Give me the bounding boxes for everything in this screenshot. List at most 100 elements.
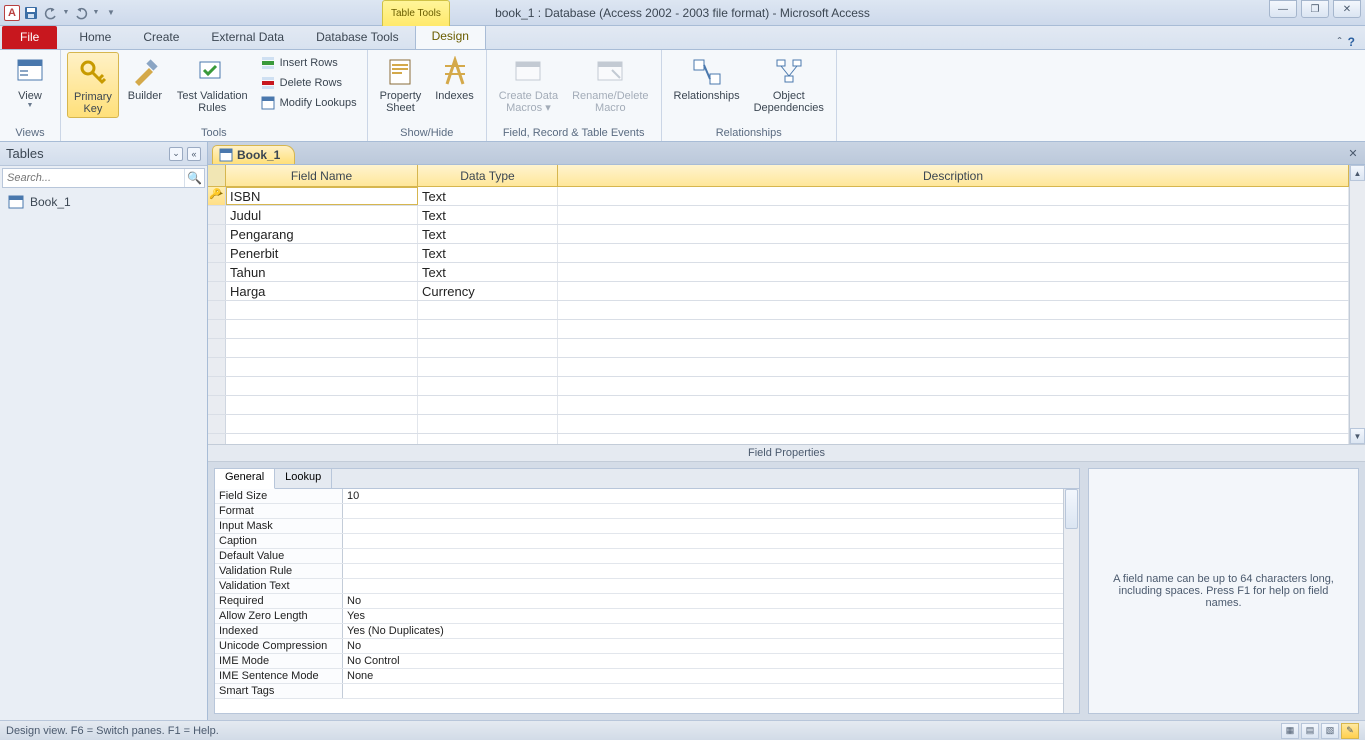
property-value[interactable]: [343, 549, 1063, 563]
description-cell[interactable]: [558, 282, 1349, 300]
row-selector[interactable]: [208, 358, 226, 376]
undo-icon[interactable]: [42, 4, 60, 22]
field-properties-grid[interactable]: Field Size10FormatInput MaskCaptionDefau…: [215, 489, 1063, 713]
tab-external-data[interactable]: External Data: [195, 26, 300, 49]
data-type-cell[interactable]: Text: [418, 263, 558, 281]
grid-row-empty[interactable]: [208, 339, 1349, 358]
property-row[interactable]: Caption: [215, 534, 1063, 549]
tab-create[interactable]: Create: [127, 26, 195, 49]
doc-tab-book1[interactable]: Book_1: [212, 145, 295, 164]
nav-search-input[interactable]: [3, 169, 184, 187]
grid-row[interactable]: JudulText: [208, 206, 1349, 225]
grid-row-empty[interactable]: [208, 377, 1349, 396]
row-selector[interactable]: [208, 206, 226, 224]
property-value[interactable]: No: [343, 594, 1063, 608]
scroll-up-icon[interactable]: ▲: [1350, 165, 1365, 181]
field-name-cell[interactable]: Judul: [226, 206, 418, 224]
property-row[interactable]: Validation Text: [215, 579, 1063, 594]
field-name-cell[interactable]: Harga: [226, 282, 418, 300]
view-design-icon[interactable]: ✎: [1341, 723, 1359, 739]
insert-rows-button[interactable]: Insert Rows: [256, 54, 361, 72]
property-row[interactable]: Validation Rule: [215, 564, 1063, 579]
grid-row-empty[interactable]: [208, 358, 1349, 377]
grid-row-empty[interactable]: [208, 434, 1349, 444]
nav-heading[interactable]: Tables ⌄ «: [0, 142, 207, 166]
close-button[interactable]: ✕: [1333, 0, 1361, 18]
row-selector[interactable]: [208, 225, 226, 243]
delete-rows-button[interactable]: Delete Rows: [256, 74, 361, 92]
minimize-ribbon-icon[interactable]: ˆ: [1338, 35, 1342, 49]
property-sheet-button[interactable]: Property Sheet: [374, 52, 428, 116]
primary-key-button[interactable]: Primary Key: [67, 52, 119, 118]
rename-delete-macro-button[interactable]: Rename/Delete Macro: [566, 52, 654, 116]
field-name-cell[interactable]: ISBN: [226, 187, 418, 205]
row-selector[interactable]: [208, 244, 226, 262]
property-value[interactable]: No Control: [343, 654, 1063, 668]
description-cell[interactable]: [558, 225, 1349, 243]
row-selector[interactable]: [208, 301, 226, 319]
property-row[interactable]: IME ModeNo Control: [215, 654, 1063, 669]
row-selector[interactable]: [208, 320, 226, 338]
view-pivotchart-icon[interactable]: ▧: [1321, 723, 1339, 739]
property-row[interactable]: Input Mask: [215, 519, 1063, 534]
grid-row[interactable]: PengarangText: [208, 225, 1349, 244]
fp-tab-lookup[interactable]: Lookup: [275, 469, 332, 488]
field-name-cell[interactable]: Tahun: [226, 263, 418, 281]
row-selector[interactable]: [208, 282, 226, 300]
row-selector[interactable]: [208, 434, 226, 444]
property-value[interactable]: No: [343, 639, 1063, 653]
grid-row-empty[interactable]: [208, 320, 1349, 339]
grid-row-empty[interactable]: [208, 301, 1349, 320]
redo-dropdown-icon[interactable]: ▼: [92, 4, 100, 22]
qat-customize-icon[interactable]: ▼: [102, 4, 120, 22]
data-type-cell[interactable]: Currency: [418, 282, 558, 300]
modify-lookups-button[interactable]: Modify Lookups: [256, 94, 361, 112]
row-selector[interactable]: [208, 396, 226, 414]
grid-row-empty[interactable]: [208, 396, 1349, 415]
field-name-cell[interactable]: Penerbit: [226, 244, 418, 262]
nav-dropdown-icon[interactable]: ⌄: [169, 147, 183, 161]
property-value[interactable]: [343, 564, 1063, 578]
redo-icon[interactable]: [72, 4, 90, 22]
scroll-down-icon[interactable]: ▼: [1350, 428, 1365, 444]
doc-close-icon[interactable]: ✕: [1345, 145, 1361, 161]
data-type-cell[interactable]: Text: [418, 225, 558, 243]
property-value[interactable]: [343, 579, 1063, 593]
row-selector[interactable]: [208, 339, 226, 357]
test-validation-button[interactable]: Test Validation Rules: [171, 52, 254, 116]
tab-file[interactable]: File: [2, 26, 57, 49]
property-row[interactable]: IME Sentence ModeNone: [215, 669, 1063, 684]
description-cell[interactable]: [558, 206, 1349, 224]
tab-design[interactable]: Design: [415, 24, 486, 49]
property-row[interactable]: Allow Zero LengthYes: [215, 609, 1063, 624]
tab-home[interactable]: Home: [63, 26, 127, 49]
property-row[interactable]: RequiredNo: [215, 594, 1063, 609]
object-dependencies-button[interactable]: Object Dependencies: [748, 52, 830, 116]
grid-scrollbar[interactable]: ▲ ▼: [1349, 165, 1365, 444]
property-value[interactable]: [343, 534, 1063, 548]
property-row[interactable]: Default Value: [215, 549, 1063, 564]
row-selector[interactable]: [208, 263, 226, 281]
undo-dropdown-icon[interactable]: ▼: [62, 4, 70, 22]
view-datasheet-icon[interactable]: ▦: [1281, 723, 1299, 739]
nav-collapse-icon[interactable]: «: [187, 147, 201, 161]
field-name-cell[interactable]: Pengarang: [226, 225, 418, 243]
property-value[interactable]: [343, 504, 1063, 518]
data-type-cell[interactable]: Text: [418, 187, 558, 205]
field-grid[interactable]: Field Name Data Type Description 🔑ISBNTe…: [208, 165, 1349, 444]
indexes-button[interactable]: Indexes: [429, 52, 480, 104]
row-selector[interactable]: 🔑: [208, 187, 226, 205]
property-value[interactable]: Yes: [343, 609, 1063, 623]
data-type-cell[interactable]: Text: [418, 206, 558, 224]
property-row[interactable]: Field Size10: [215, 489, 1063, 504]
property-row[interactable]: Unicode CompressionNo: [215, 639, 1063, 654]
restore-button[interactable]: ❐: [1301, 0, 1329, 18]
property-value[interactable]: [343, 519, 1063, 533]
property-value[interactable]: 10: [343, 489, 1063, 503]
search-icon[interactable]: 🔍: [184, 169, 204, 187]
property-row[interactable]: IndexedYes (No Duplicates): [215, 624, 1063, 639]
property-value[interactable]: [343, 684, 1063, 698]
grid-row[interactable]: HargaCurrency: [208, 282, 1349, 301]
property-row[interactable]: Format: [215, 504, 1063, 519]
grid-row[interactable]: PenerbitText: [208, 244, 1349, 263]
